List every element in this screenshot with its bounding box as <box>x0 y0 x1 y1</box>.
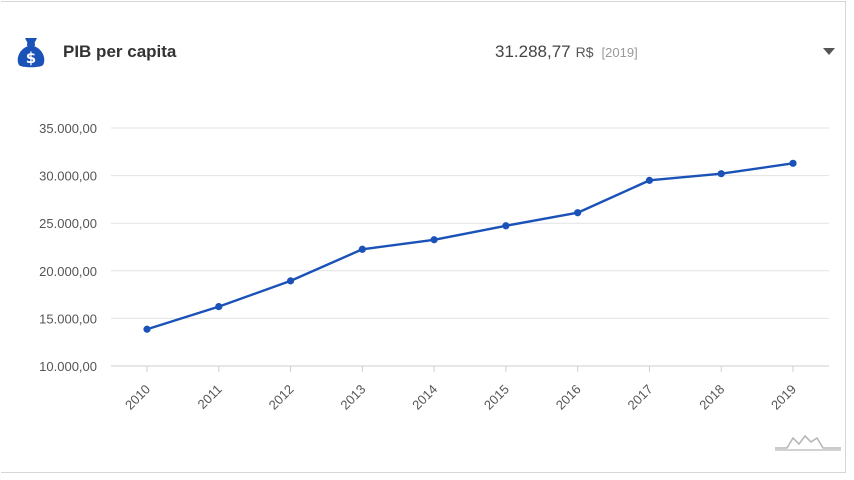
data-point <box>358 245 366 253</box>
data-point <box>215 302 223 311</box>
data-point <box>143 325 151 333</box>
x-tick-label: 2013 <box>337 382 368 413</box>
data-point <box>789 159 797 167</box>
data-point <box>574 209 582 217</box>
x-tick-label: 2019 <box>768 382 799 413</box>
x-tick-label: 2016 <box>553 382 584 413</box>
data-point <box>645 176 654 184</box>
y-tick-label: 35.000,00 <box>39 121 97 136</box>
x-tick-label: 2017 <box>625 382 656 413</box>
data-point <box>430 236 438 244</box>
x-tick-label: 2015 <box>481 382 512 413</box>
y-tick-label: 30.000,00 <box>39 169 97 184</box>
series-line <box>146 162 794 331</box>
line-chart: 10.000,00 15.000,00 20.000,00 25.000,00 30.0… <box>39 121 829 413</box>
mountain-logo-icon <box>775 434 841 451</box>
x-tick-label: 2011 <box>195 382 225 412</box>
data-point <box>502 222 510 230</box>
indicator-card: $ PIB per capita 31.288,77 R$ [2019] 10.00… <box>1 1 846 473</box>
data-point <box>717 170 725 178</box>
x-tick-label: 2010 <box>122 382 153 413</box>
y-tick-label: 15.000,00 <box>39 311 97 326</box>
y-tick-label: 25.000,00 <box>39 216 97 231</box>
x-tick-label: 2018 <box>696 382 727 413</box>
x-tick-label: 2012 <box>266 382 297 413</box>
y-tick-label: 20.000,00 <box>39 264 97 279</box>
y-tick-label: 10.000,00 <box>39 359 97 374</box>
x-tick-label: 2014 <box>409 382 440 413</box>
data-point <box>286 277 295 285</box>
